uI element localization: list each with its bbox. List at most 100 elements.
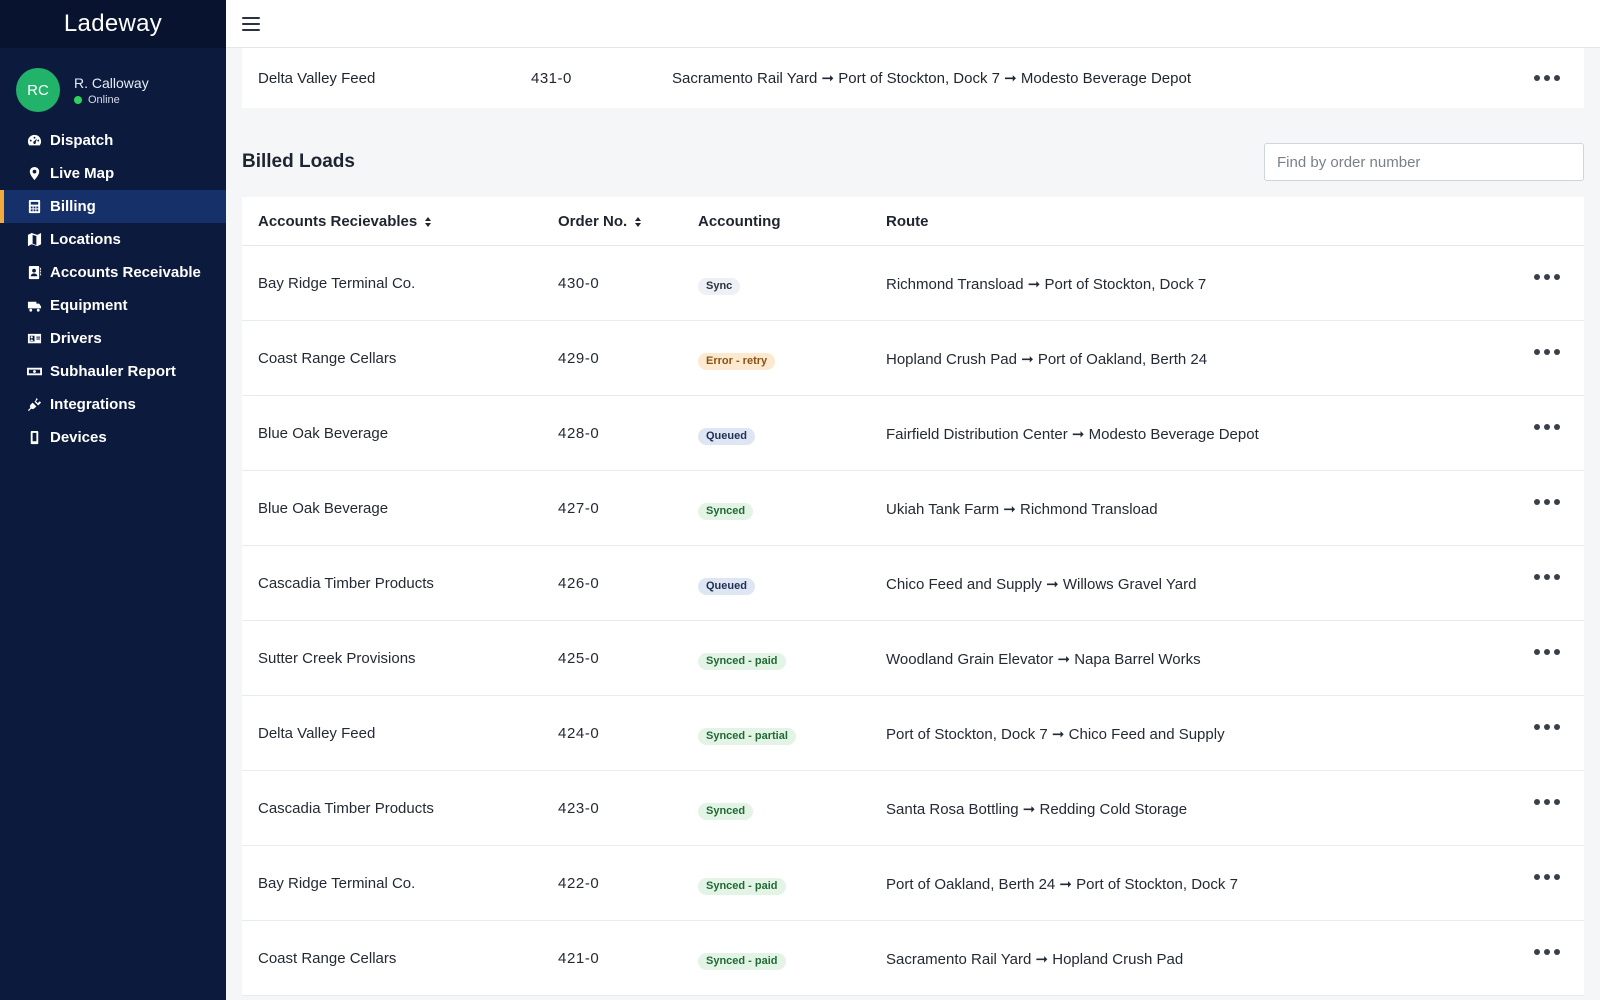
column-header-customer[interactable]: Accounts Recievables [258, 213, 432, 230]
sidebar-item-equipment[interactable]: Equipment [0, 289, 226, 322]
status-badge: Error - retry [698, 353, 776, 370]
sidebar-item-accounts-receivable[interactable]: Accounts Receivable [0, 256, 226, 289]
search-input[interactable] [1264, 143, 1584, 181]
hamburger-menu-icon[interactable] [242, 16, 260, 31]
column-header-label: Order No. [558, 213, 628, 230]
map-icon [26, 232, 42, 248]
route-cell: Chico Feed and Supply ➞ Willows Gravel Y… [886, 576, 1197, 593]
more-options-icon[interactable] [1534, 574, 1560, 580]
route-cell: Port of Oakland, Berth 24 ➞ Port of Stoc… [886, 876, 1238, 893]
order-cell: 430-0 [558, 275, 600, 292]
money-bill-icon [26, 364, 42, 380]
accounting-cell: Synced - paid [698, 651, 786, 670]
accounting-cell: Synced - partial [698, 726, 796, 745]
sidebar-item-locations[interactable]: Locations [0, 223, 226, 256]
table-row: Blue Oak Beverage 428-0 Queued Fairfield Di… [242, 396, 1584, 471]
id-card-icon [26, 331, 42, 347]
table-row: Bay Ridge Terminal Co. 430-0 Sync Richmond … [242, 246, 1584, 321]
more-options-icon[interactable] [1534, 649, 1560, 655]
status-badge: Synced - partial [698, 728, 796, 745]
user-name: R. Calloway [74, 74, 149, 91]
order-cell: 424-0 [558, 725, 600, 742]
status-badge: Synced - paid [698, 953, 786, 970]
section-title: Billed Loads [242, 151, 355, 172]
sidebar-item-label: Locations [50, 231, 121, 248]
table-row: Sutter Creek Provisions 425-0 Synced - pai… [242, 621, 1584, 696]
table-row: Delta Valley Feed 424-0 Synced - partial Po… [242, 696, 1584, 771]
mobile-device-icon [26, 430, 42, 446]
accounting-cell: Synced [698, 801, 754, 820]
order-cell: 431-0 [531, 69, 572, 87]
accounting-cell: Synced - paid [698, 951, 786, 970]
more-options-icon[interactable] [1534, 724, 1560, 730]
route-cell: Hopland Crush Pad ➞ Port of Oakland, Ber… [886, 351, 1208, 368]
route-cell: Woodland Grain Elevator ➞ Napa Barrel Wo… [886, 651, 1201, 668]
order-cell: 426-0 [558, 575, 600, 592]
truck-icon [26, 298, 42, 314]
more-options-icon[interactable] [1534, 274, 1560, 280]
sidebar-item-billing[interactable]: Billing [0, 190, 226, 223]
sidebar-item-integrations[interactable]: Integrations [0, 388, 226, 421]
sidebar-item-subhauler-report[interactable]: Subhauler Report [0, 355, 226, 388]
table-row: Bay Ridge Terminal Co. 422-0 Synced - paid… [242, 846, 1584, 921]
sidebar-item-label: Equipment [50, 297, 128, 314]
top-bar [226, 0, 1600, 48]
sidebar-item-devices[interactable]: Devices [0, 421, 226, 454]
customer-cell: Bay Ridge Terminal Co. [258, 275, 416, 292]
user-status-label: Online [88, 93, 120, 106]
more-options-icon[interactable] [1534, 874, 1560, 880]
avatar[interactable]: RC [16, 68, 60, 112]
sidebar-item-drivers[interactable]: Drivers [0, 322, 226, 355]
sidebar-item-label: Drivers [50, 330, 102, 347]
more-options-icon[interactable] [1534, 949, 1560, 955]
more-options-icon[interactable] [1534, 349, 1560, 355]
sidebar-nav: Dispatch Live Map Billing Locations Acco… [0, 124, 226, 454]
accounting-cell: Synced [698, 501, 754, 520]
sort-icon[interactable] [425, 216, 432, 227]
brand-logo[interactable]: Ladeway [0, 0, 226, 48]
sidebar-item-live-map[interactable]: Live Map [0, 157, 226, 190]
more-options-icon[interactable] [1534, 499, 1560, 505]
customer-cell: Cascadia Timber Products [258, 800, 434, 817]
customer-cell: Sutter Creek Provisions [258, 650, 416, 667]
sidebar-item-label: Integrations [50, 396, 136, 413]
table-row: Blue Oak Beverage 427-0 Synced Ukiah Tank F… [242, 471, 1584, 546]
customer-cell: Cascadia Timber Products [258, 575, 434, 592]
sidebar-item-label: Live Map [50, 165, 115, 182]
customer-cell: Coast Range Cellars [258, 350, 397, 367]
accounting-cell: Queued [698, 426, 755, 445]
sort-icon[interactable] [635, 216, 642, 227]
table-row: Coast Range Cellars 429-0 Error - retry Hop… [242, 321, 1584, 396]
column-header-order[interactable]: Order No. [558, 213, 642, 230]
sidebar-item-label: Accounts Receivable [50, 264, 201, 281]
status-badge: Synced - paid [698, 878, 786, 895]
status-badge: Sync [698, 278, 741, 295]
sidebar-item-dispatch[interactable]: Dispatch [0, 124, 226, 157]
status-badge: Queued [698, 578, 755, 595]
customer-cell: Blue Oak Beverage [258, 425, 389, 442]
route-cell: Fairfield Distribution Center ➞ Modesto … [886, 426, 1259, 443]
more-options-icon[interactable] [1534, 75, 1560, 81]
status-badge: Synced [698, 803, 754, 820]
status-badge: Queued [698, 428, 755, 445]
more-options-icon[interactable] [1534, 424, 1560, 430]
column-header-label: Accounts Recievables [258, 213, 418, 230]
sidebar: Ladeway RC R. Calloway Online Dispatch L… [0, 0, 226, 1000]
sidebar-item-label: Subhauler Report [50, 363, 176, 380]
status-badge: Synced [698, 503, 754, 520]
plug-icon [26, 397, 42, 413]
sidebar-item-label: Devices [50, 429, 107, 446]
sidebar-item-label: Billing [50, 198, 96, 215]
more-options-icon[interactable] [1534, 799, 1560, 805]
order-cell: 427-0 [558, 500, 600, 517]
order-cell: 428-0 [558, 425, 600, 442]
column-header-route: Route [886, 213, 929, 230]
accounting-cell: Error - retry [698, 351, 776, 370]
map-pin-icon [26, 166, 42, 182]
order-cell: 429-0 [558, 350, 600, 367]
table-row: Cascadia Timber Products 426-0 Queued Chico… [242, 546, 1584, 621]
order-cell: 422-0 [558, 875, 600, 892]
billed-loads-table: Accounts Recievables Order No. Accountin… [242, 197, 1584, 996]
column-header-accounting: Accounting [698, 213, 781, 230]
route-cell: Richmond Transload ➞ Port of Stockton, D… [886, 276, 1207, 293]
